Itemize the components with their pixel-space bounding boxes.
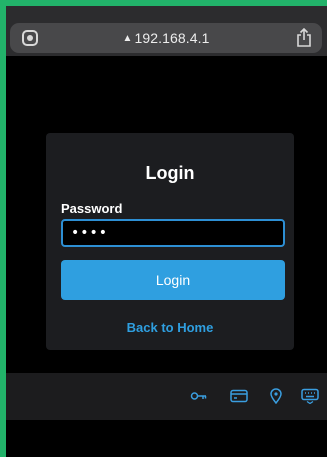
url-text: 192.168.4.1 (134, 30, 210, 46)
password-input[interactable] (61, 219, 285, 247)
url-display[interactable]: ▲ 192.168.4.1 (10, 23, 322, 53)
location-pin-icon[interactable] (267, 388, 285, 405)
share-icon[interactable] (295, 27, 313, 48)
key-icon[interactable] (190, 388, 208, 404)
password-label: Password (61, 201, 123, 216)
screen: ▲ 192.168.4.1 Login Password Login Back … (6, 6, 327, 457)
login-button[interactable]: Login (61, 260, 285, 300)
credit-card-icon[interactable] (230, 388, 248, 404)
keyboard-icon[interactable] (301, 388, 319, 405)
login-title: Login (145, 163, 195, 183)
login-card: Login Password Login Back to Home (46, 133, 294, 350)
browser-top-bar: ▲ 192.168.4.1 (6, 6, 327, 56)
back-to-home-link[interactable]: Back to Home (46, 320, 294, 335)
warning-triangle-icon: ▲ (122, 32, 133, 44)
address-bar[interactable]: ▲ 192.168.4.1 (10, 23, 322, 53)
keyboard-accessory-bar (6, 373, 327, 420)
